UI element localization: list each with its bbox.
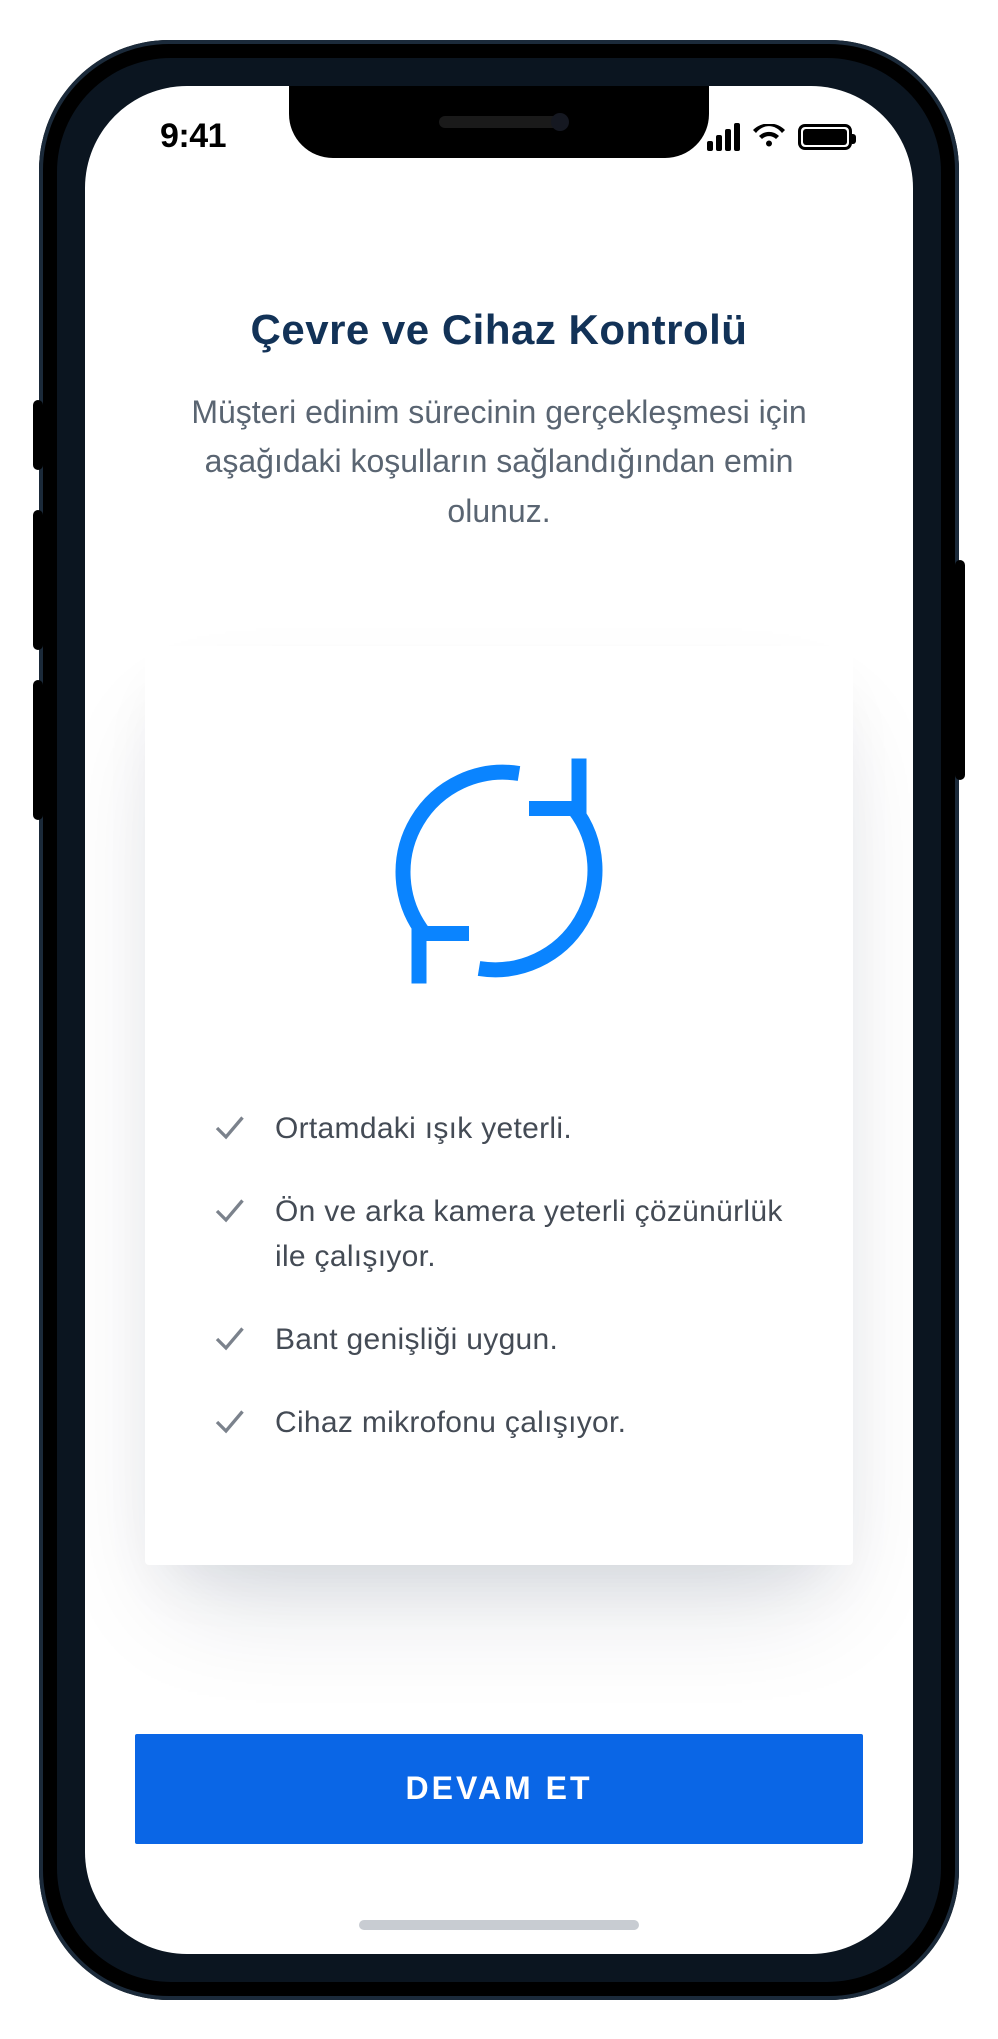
- side-button: [33, 400, 43, 470]
- page-subtitle: Müşteri edinim sürecinin gerçekleşmesi i…: [135, 388, 863, 537]
- check-icon: [211, 1404, 247, 1440]
- volume-down-button: [33, 680, 43, 820]
- check-item: Cihaz mikrofonu çalışıyor.: [211, 1400, 787, 1445]
- check-item: Ortamdaki ışık yeterli.: [211, 1106, 787, 1151]
- check-item: Ön ve arka kamera yeterli çözünürlük ile…: [211, 1189, 787, 1279]
- check-icon: [211, 1193, 247, 1229]
- page-title: Çevre ve Cihaz Kontrolü: [135, 306, 863, 354]
- check-icon: [211, 1110, 247, 1146]
- power-button: [955, 560, 965, 780]
- refresh-cycle-icon: [374, 746, 624, 996]
- status-time: 9:41: [160, 117, 226, 156]
- cellular-signal-icon: [707, 123, 740, 151]
- check-text: Cihaz mikrofonu çalışıyor.: [275, 1400, 626, 1445]
- battery-icon: [798, 124, 852, 150]
- home-indicator[interactable]: [359, 1920, 639, 1930]
- front-camera: [551, 113, 569, 131]
- checklist: Ortamdaki ışık yeterli. Ön ve arka kamer…: [205, 1106, 793, 1445]
- continue-button[interactable]: DEVAM ET: [135, 1734, 863, 1844]
- checklist-card: Ortamdaki ışık yeterli. Ön ve arka kamer…: [145, 646, 853, 1565]
- device-frame: 9:41 Çevre ve Cihaz Kontro: [39, 40, 959, 2000]
- notch: [289, 86, 709, 158]
- check-icon: [211, 1321, 247, 1357]
- screen: 9:41 Çevre ve Cihaz Kontro: [85, 86, 913, 1954]
- check-item: Bant genişliği uygun.: [211, 1317, 787, 1362]
- volume-up-button: [33, 510, 43, 650]
- speaker: [439, 116, 559, 128]
- wifi-icon: [752, 124, 786, 150]
- check-text: Ön ve arka kamera yeterli çözünürlük ile…: [275, 1189, 787, 1279]
- check-text: Ortamdaki ışık yeterli.: [275, 1106, 572, 1151]
- check-text: Bant genişliği uygun.: [275, 1317, 558, 1362]
